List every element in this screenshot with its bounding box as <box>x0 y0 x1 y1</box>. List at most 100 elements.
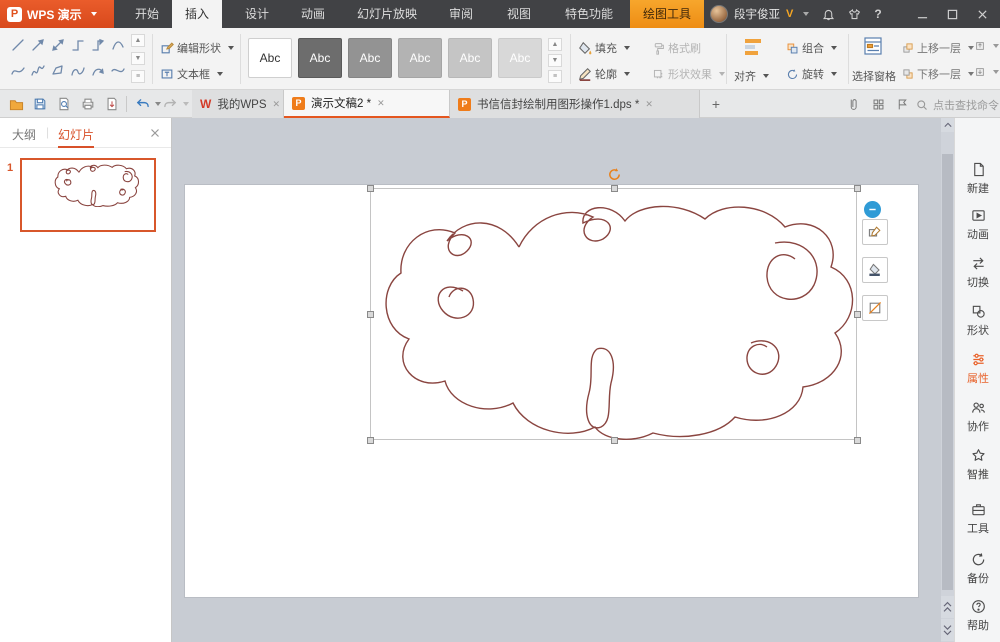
shape-elbow-arrow-icon[interactable] <box>88 33 108 57</box>
sidebar-item-help[interactable]: 帮助 <box>955 599 1000 633</box>
shape-freeform-icon[interactable] <box>48 59 68 83</box>
format-painter-button[interactable]: 格式刷 <box>652 40 701 56</box>
close-tab-icon[interactable]: ✕ <box>645 100 653 109</box>
fill-button[interactable]: 填充 <box>578 40 630 56</box>
close-tab-icon[interactable]: ✕ <box>273 100 281 109</box>
styles-scroll-down-button[interactable]: ▼ <box>548 54 562 67</box>
menu-tab-view[interactable]: 视图 <box>494 0 544 28</box>
shape-wave-icon[interactable] <box>108 59 128 83</box>
shape-arrow-icon[interactable] <box>28 33 48 57</box>
app-menu-button[interactable]: P WPS 演示 <box>0 0 114 28</box>
send-backward-button[interactable]: 下移一层 <box>902 66 974 82</box>
gallery-scroll-down-button[interactable]: ▼ <box>131 52 145 65</box>
menu-tab-review[interactable]: 审阅 <box>436 0 486 28</box>
menu-tab-home[interactable]: 开始 <box>122 0 172 28</box>
shape-style-2[interactable]: Abc <box>298 38 342 78</box>
align-button[interactable]: 对齐 <box>734 68 769 84</box>
shape-effects-button[interactable]: 形状效果 <box>652 66 725 82</box>
shape-selection-box[interactable] <box>370 188 857 440</box>
menu-tab-insert[interactable]: 插入 <box>172 0 222 28</box>
sidebar-item-shapes[interactable]: 形状 <box>955 304 1000 338</box>
notification-bell-icon[interactable] <box>816 0 840 28</box>
menu-tab-slideshow[interactable]: 幻灯片放映 <box>344 0 430 28</box>
shape-double-arrow-icon[interactable] <box>48 33 68 57</box>
close-button[interactable] <box>970 0 994 28</box>
collapse-quick-toolbar-button[interactable] <box>864 201 881 218</box>
selection-handle-top-middle[interactable] <box>611 185 618 192</box>
command-search-box[interactable]: 点击查找命令 <box>916 97 999 113</box>
previous-slide-button[interactable] <box>941 596 954 618</box>
shape-line-icon[interactable] <box>8 33 28 57</box>
tab-slides[interactable]: 幻灯片 <box>58 126 94 148</box>
edit-shape-button[interactable]: 编辑形状 <box>160 40 234 56</box>
menu-tab-design[interactable]: 设计 <box>232 0 282 28</box>
menu-tab-drawing-tools[interactable]: 绘图工具 <box>630 0 704 28</box>
quick-outline-button[interactable] <box>862 295 888 321</box>
clip-tabs-icon[interactable] <box>846 96 862 112</box>
slide-thumbnail[interactable] <box>20 158 156 232</box>
sidebar-item-smart-recommend[interactable]: 智推 <box>955 448 1000 482</box>
selection-handle-middle-left[interactable] <box>367 311 374 318</box>
sidebar-item-transition[interactable]: 切换 <box>955 256 1000 290</box>
doc-tab-my-wps[interactable]: W 我的WPS ✕ <box>192 90 284 118</box>
styles-more-button[interactable]: ≡ <box>548 70 562 83</box>
selection-handle-bottom-left[interactable] <box>367 437 374 444</box>
outline-button[interactable]: 轮廓 <box>578 66 630 82</box>
shape-style-5[interactable]: Abc <box>448 38 492 78</box>
styles-scroll-up-button[interactable]: ▲ <box>548 38 562 51</box>
rotate-button[interactable]: 旋转 <box>786 66 837 82</box>
minimize-button[interactable] <box>910 0 934 28</box>
open-file-icon[interactable] <box>8 96 24 112</box>
doc-tab-presentation2[interactable]: P 演示文稿2 * ✕ <box>284 90 450 118</box>
redo-dropdown-arrow-icon[interactable] <box>183 102 189 106</box>
shape-scribble-icon[interactable] <box>68 59 88 83</box>
menu-tab-animation[interactable]: 动画 <box>288 0 338 28</box>
shape-curve-icon[interactable] <box>108 33 128 57</box>
gallery-more-button[interactable]: ≡ <box>131 70 145 83</box>
group-button[interactable]: 组合 <box>786 40 837 56</box>
close-tab-icon[interactable]: ✕ <box>377 99 385 108</box>
shape-style-3[interactable]: Abc <box>348 38 392 78</box>
quick-style-button[interactable] <box>862 219 888 245</box>
sidebar-item-collaboration[interactable]: 协作 <box>955 400 1000 434</box>
help-icon[interactable]: ? <box>866 0 890 28</box>
tab-list-icon[interactable] <box>870 96 886 112</box>
print-icon[interactable] <box>80 96 96 112</box>
sidebar-item-tools[interactable]: 工具 <box>955 502 1000 536</box>
sidebar-item-new[interactable]: 新建 <box>955 162 1000 196</box>
redo-button[interactable] <box>162 96 178 112</box>
new-tab-button[interactable]: + <box>706 94 726 114</box>
close-panel-icon[interactable] <box>150 128 160 138</box>
shape-s-curve-icon[interactable] <box>8 59 28 83</box>
send-to-back-button[interactable] <box>974 66 999 78</box>
scribble-drawing[interactable] <box>371 189 858 441</box>
selection-handle-top-left[interactable] <box>367 185 374 192</box>
tab-outline[interactable]: 大纲 <box>12 126 36 143</box>
flag-icon[interactable] <box>894 96 910 112</box>
selection-pane-button[interactable]: 选择窗格 <box>852 68 896 84</box>
slide-canvas[interactable] <box>172 118 941 642</box>
next-slide-button[interactable] <box>941 619 954 641</box>
bring-to-front-button[interactable] <box>974 40 999 52</box>
user-avatar[interactable] <box>710 5 728 23</box>
user-name[interactable]: 段宇俊亚 <box>734 6 780 22</box>
quick-fill-button[interactable] <box>862 257 888 283</box>
undo-button[interactable] <box>134 96 150 112</box>
sidebar-item-animation[interactable]: 动画 <box>955 208 1000 242</box>
sidebar-item-properties[interactable]: 属性 <box>955 352 1000 386</box>
save-icon[interactable] <box>32 96 48 112</box>
menu-tab-special-features[interactable]: 特色功能 <box>552 0 626 28</box>
scrollbar-thumb[interactable] <box>942 154 953 590</box>
undo-dropdown-arrow-icon[interactable] <box>155 102 161 106</box>
print-preview-icon[interactable] <box>56 96 72 112</box>
bring-forward-button[interactable]: 上移一层 <box>902 40 974 56</box>
selection-handle-bottom-middle[interactable] <box>611 437 618 444</box>
gallery-scroll-up-button[interactable]: ▲ <box>131 34 145 47</box>
shape-elbow-connector-icon[interactable] <box>68 33 88 57</box>
shape-squiggle-icon[interactable] <box>28 59 48 83</box>
shape-curved-arrow-icon[interactable] <box>88 59 108 83</box>
maximize-button[interactable] <box>940 0 964 28</box>
text-box-button[interactable]: 文本框 <box>160 66 223 82</box>
export-icon[interactable] <box>104 96 120 112</box>
shape-style-1[interactable]: Abc <box>248 38 292 78</box>
